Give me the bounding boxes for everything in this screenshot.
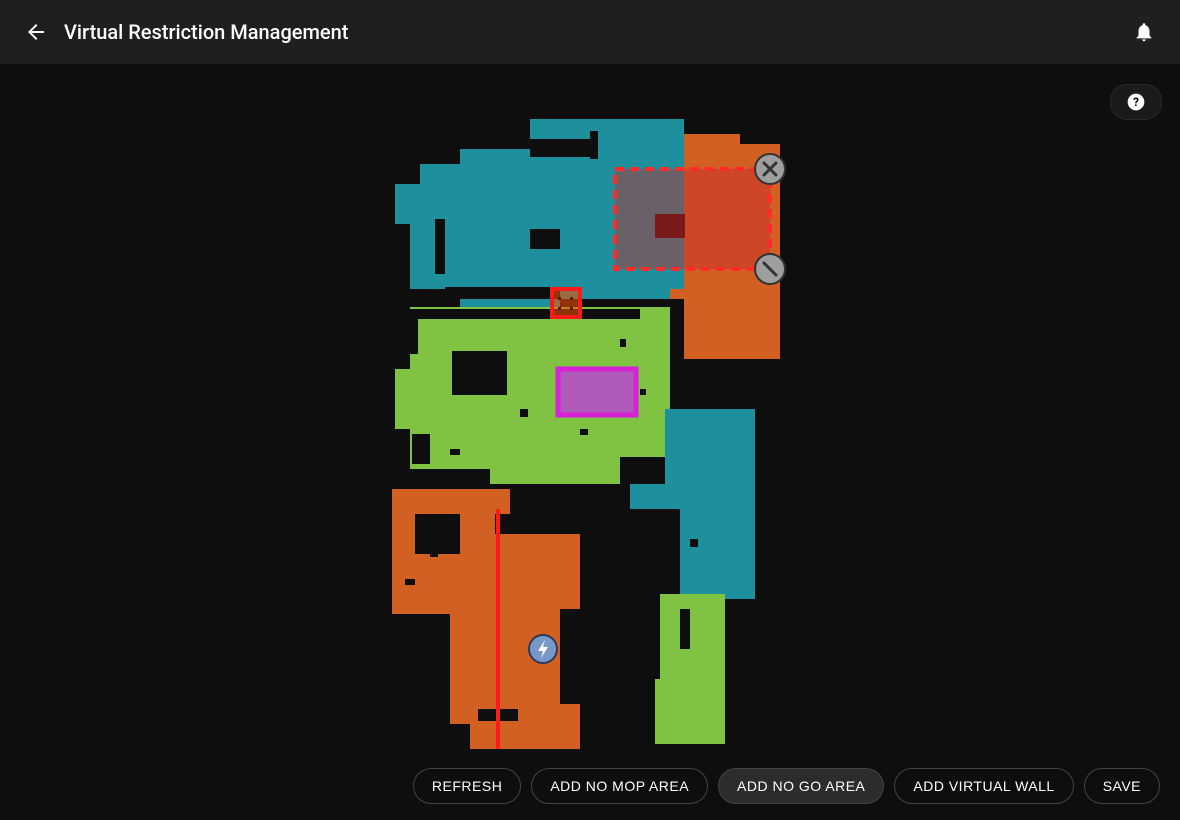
no-go-delete-handle[interactable] xyxy=(755,154,785,184)
bell-icon xyxy=(1133,21,1155,43)
floor-map[interactable] xyxy=(380,89,800,749)
bottom-toolbar: REFRESH ADD NO MOP AREA ADD NO GO AREA A… xyxy=(413,768,1160,804)
map-canvas[interactable] xyxy=(0,64,1180,820)
no-go-resize-handle[interactable] xyxy=(755,254,785,284)
notifications-button[interactable] xyxy=(1124,12,1164,52)
add-no-mop-area-button[interactable]: ADD NO MOP AREA xyxy=(531,768,708,804)
header-bar: Virtual Restriction Management xyxy=(0,0,1180,64)
save-button[interactable]: SAVE xyxy=(1084,768,1160,804)
no-mop-area[interactable] xyxy=(558,369,636,415)
charging-dock-icon xyxy=(529,635,557,663)
refresh-button[interactable]: REFRESH xyxy=(413,768,521,804)
page-title: Virtual Restriction Management xyxy=(64,20,348,44)
add-no-go-area-button[interactable]: ADD NO GO AREA xyxy=(718,768,884,804)
add-virtual-wall-button[interactable]: ADD VIRTUAL WALL xyxy=(894,768,1073,804)
back-button[interactable] xyxy=(16,12,56,52)
back-arrow-icon xyxy=(24,20,48,44)
no-go-area-selected[interactable] xyxy=(615,154,785,284)
small-red-zone[interactable] xyxy=(552,289,580,317)
